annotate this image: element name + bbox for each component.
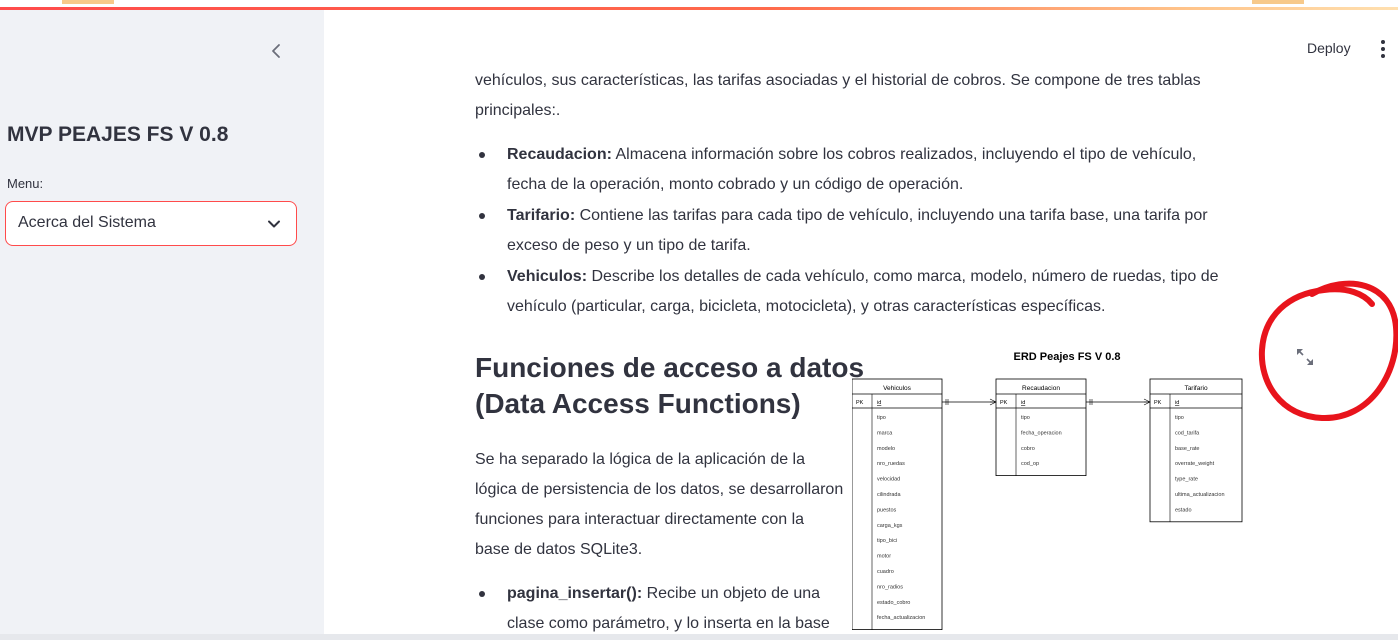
erd-field: nro_ruedas — [877, 461, 905, 467]
table-description: exceso de peso y un tipo de tarifa. — [507, 237, 751, 254]
menu-label: Menu: — [7, 176, 44, 191]
erd-field: carga_kgs — [877, 523, 903, 529]
erd-entity-name: Tarifario — [1184, 385, 1208, 392]
function-description: clase como parámetro, y lo inserta en la… — [507, 615, 830, 632]
erd-entity-box — [995, 378, 1087, 476]
function-description: Recibe un objeto de una — [642, 585, 821, 602]
intro-paragraph: vehículos, sus características, las tari… — [475, 66, 1275, 126]
app-title: MVP PEAJES FS V 0.8 — [7, 123, 229, 146]
erd-pk-field: id — [1175, 400, 1179, 406]
erd-field: fecha_operacion — [1021, 430, 1062, 436]
collapse-sidebar-button[interactable] — [266, 40, 288, 62]
top-strip-mark — [62, 0, 114, 4]
table-name: Recaudacion: — [507, 146, 612, 163]
deploy-button[interactable]: Deploy — [1307, 40, 1351, 56]
erd-field: tipo — [877, 415, 886, 421]
erd-title: ERD Peajes FS V 0.8 — [1014, 351, 1121, 363]
erd-field: cilindrada — [877, 492, 901, 498]
erd-pk-field: id — [1021, 400, 1025, 406]
erd-field: overrate_weight — [1175, 461, 1215, 467]
erd-field: estado_cobro — [877, 600, 910, 606]
erd-field: fecha_actualizacion — [877, 615, 925, 621]
erd-field: marca — [877, 430, 893, 436]
heading-line: Funciones de acceso a datos — [475, 352, 865, 383]
erd-field: type_rate — [1175, 477, 1198, 483]
erd-diagram: ERD Peajes FS V 0.8 Vehiculos PK id tipo mar… — [852, 351, 1243, 630]
table-description: Almacena información sobre los cobros re… — [611, 146, 1197, 163]
main-content: Deploy vehículos, sus características, l… — [324, 10, 1398, 634]
tables-list: Recaudacion: Almacena información sobre … — [475, 140, 1275, 323]
erd-field: estado — [1175, 507, 1192, 513]
paragraph-line: base de datos SQLite3. — [475, 541, 643, 558]
top-strip-mark — [1252, 0, 1304, 4]
bullet-dot — [479, 274, 485, 280]
erd-relationship-marker — [989, 398, 997, 406]
sidebar: MVP PEAJES FS V 0.8 Menu: Acerca del Sis… — [0, 10, 324, 634]
bullet-dot — [479, 591, 485, 597]
menu-select[interactable]: Acerca del Sistema — [5, 201, 297, 246]
erd-field: base_rate — [1175, 446, 1199, 452]
bullet-dot — [479, 152, 485, 158]
erd-field: puestos — [877, 507, 897, 513]
functions-list: pagina_insertar(): Recibe un objeto de u… — [475, 579, 875, 634]
erd-pk-label: PK — [856, 400, 864, 406]
erd-pk-label: PK — [1000, 400, 1008, 406]
function-name: pagina_insertar(): — [507, 585, 643, 602]
table-description: Contiene las tarifas para cada tipo de v… — [575, 207, 1208, 224]
erd-relationship-marker — [1143, 398, 1151, 406]
bullet-dot — [479, 213, 485, 219]
erd-field: nro_radios — [877, 584, 903, 590]
erd-field: cobro — [1021, 446, 1035, 452]
erd-field: cod_tarifa — [1175, 430, 1200, 436]
table-name: Vehiculos: — [507, 268, 588, 285]
chevron-left-icon — [272, 44, 280, 58]
chevron-down-icon — [268, 220, 280, 228]
table-description: fecha de la operación, monto cobrado y u… — [507, 176, 964, 193]
erd-field: tipo — [1021, 415, 1030, 421]
list-item: Recaudacion: Almacena información sobre … — [475, 140, 1275, 200]
intro-line: vehículos, sus características, las tari… — [475, 72, 1201, 89]
list-item: pagina_insertar(): Recibe un objeto de u… — [475, 579, 875, 634]
section-heading: Funciones de acceso a datos (Data Access… — [475, 350, 875, 422]
erd-pk-field: id — [877, 400, 881, 406]
paragraph-line: lógica de persistencia de los datos, se … — [475, 481, 844, 498]
intro-line: principales:. — [475, 102, 561, 119]
erd-entity-box — [852, 378, 943, 630]
bottom-bar — [0, 634, 1398, 640]
table-description: vehículo (particular, carga, bicicleta, … — [507, 298, 1106, 315]
erd-field: motor — [877, 554, 891, 560]
table-name: Tarifario: — [507, 207, 576, 224]
erd-field: ultima_actualizacion — [1175, 492, 1225, 498]
table-description: Describe los detalles de cada vehículo, … — [587, 268, 1219, 285]
list-item: Vehiculos: Describe los detalles de cada… — [475, 262, 1275, 322]
paragraph-line: funciones para interactuar directamente … — [475, 511, 805, 528]
paragraph-line: Se ha separado la lógica de la aplicació… — [475, 451, 806, 468]
heading-line: (Data Access Functions) — [475, 388, 801, 419]
menu-select-value: Acerca del Sistema — [18, 214, 156, 231]
erd-field: velocidad — [877, 477, 900, 483]
vertical-dots-icon[interactable] — [1376, 38, 1390, 60]
erd-pk-label: PK — [1154, 400, 1162, 406]
erd-field: tipo — [1175, 415, 1184, 421]
list-item: Tarifario: Contiene las tarifas para cad… — [475, 201, 1275, 261]
red-circle-annotation — [1258, 280, 1398, 422]
section-paragraph: Se ha separado la lógica de la aplicació… — [475, 445, 875, 565]
erd-field: modelo — [877, 446, 895, 452]
erd-entity-name: Recaudacion — [1022, 385, 1060, 392]
erd-entity-name: Vehiculos — [883, 385, 912, 392]
erd-field: cuadro — [877, 569, 894, 575]
erd-field: cod_op — [1021, 461, 1039, 467]
erd-field: tipo_bici — [877, 538, 897, 544]
